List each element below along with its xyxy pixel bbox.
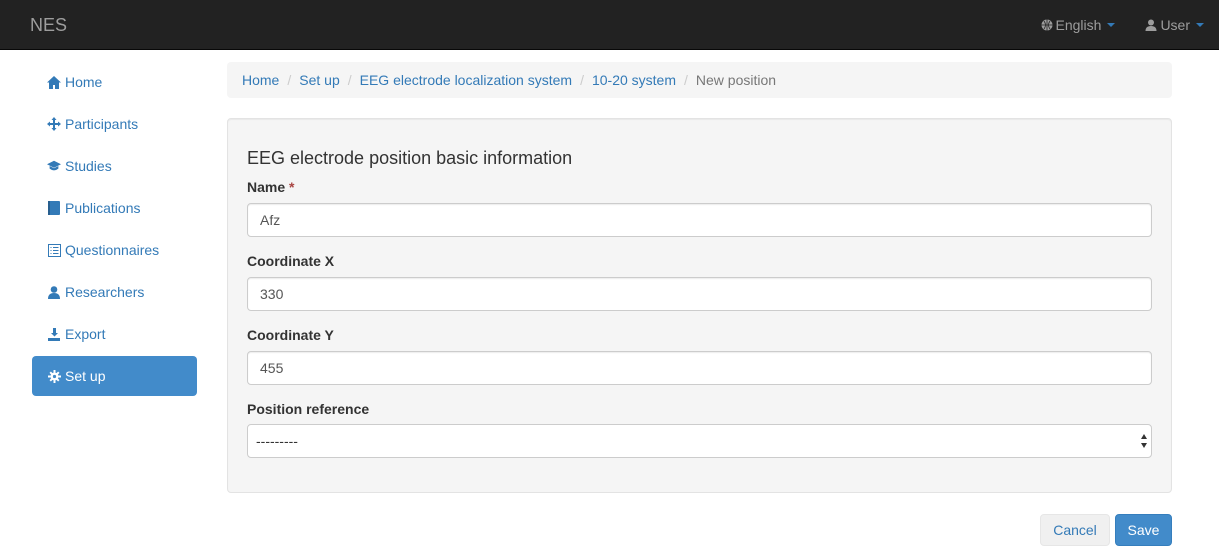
sidebar-item-label: Set up	[65, 368, 106, 384]
cancel-button[interactable]: Cancel	[1040, 514, 1110, 546]
coordinate-y-label: Coordinate Y	[247, 327, 334, 343]
user-dropdown[interactable]: User	[1130, 0, 1219, 50]
user-icon	[47, 285, 61, 299]
breadcrumb-eeg-localization-system[interactable]: EEG electrode localization system	[360, 72, 572, 88]
cog-icon	[47, 369, 61, 383]
sidebar-item-home[interactable]: Home	[32, 62, 197, 102]
brand-logo[interactable]: NES	[30, 15, 67, 35]
sidebar-item-export[interactable]: Export	[32, 314, 197, 354]
position-form-panel: EEG electrode position basic information…	[227, 118, 1172, 493]
breadcrumb-home[interactable]: Home	[242, 72, 279, 88]
sidebar-item-label: Questionnaires	[65, 242, 160, 258]
user-icon	[1145, 19, 1157, 31]
user-label: User	[1160, 17, 1190, 33]
globe-icon	[1041, 19, 1053, 31]
language-dropdown[interactable]: English	[1026, 0, 1131, 50]
position-reference-value: ---------	[256, 433, 298, 449]
name-field[interactable]	[247, 203, 1152, 237]
sidebar-item-questionnaires[interactable]: Questionnaires	[32, 230, 197, 270]
sidebar-item-setup[interactable]: Set up	[32, 356, 197, 396]
required-marker: *	[289, 179, 295, 195]
breadcrumb-10-20-system[interactable]: 10-20 system	[592, 72, 676, 88]
form-title: EEG electrode position basic information	[247, 148, 573, 168]
navbar-right: English User	[1026, 0, 1219, 50]
select-arrows-icon	[1141, 434, 1147, 448]
sidebar-item-label: Export	[65, 326, 106, 342]
education-icon	[47, 159, 61, 173]
coordinate-x-field[interactable]	[247, 277, 1152, 311]
name-label: Name *	[247, 179, 294, 195]
sidebar-nav: Home Participants Studies Publications Q…	[32, 62, 197, 398]
breadcrumb-separator: /	[580, 72, 584, 88]
coordinate-y-field[interactable]	[247, 351, 1152, 385]
export-icon	[47, 327, 61, 341]
breadcrumb: Home / Set up / EEG electrode localizati…	[227, 62, 1172, 98]
move-icon	[47, 117, 61, 131]
save-button[interactable]: Save	[1115, 514, 1172, 546]
breadcrumb-separator: /	[347, 72, 352, 88]
language-label: English	[1055, 17, 1102, 33]
name-label-text: Name	[247, 179, 286, 195]
top-navbar: NES English User	[0, 0, 1219, 50]
sidebar-item-participants[interactable]: Participants	[32, 104, 197, 144]
list-alt-icon	[47, 243, 61, 257]
sidebar-item-label: Home	[65, 74, 103, 90]
chevron-down-icon	[1196, 23, 1204, 27]
breadcrumb-separator: /	[287, 72, 292, 88]
sidebar-item-label: Researchers	[65, 284, 145, 300]
position-reference-select[interactable]: ---------	[247, 424, 1152, 458]
sidebar-item-studies[interactable]: Studies	[32, 146, 197, 186]
sidebar-item-label: Publications	[65, 200, 141, 216]
breadcrumb-setup[interactable]: Set up	[299, 72, 339, 88]
sidebar-item-label: Participants	[65, 116, 139, 132]
sidebar-item-researchers[interactable]: Researchers	[32, 272, 197, 312]
breadcrumb-separator: /	[684, 72, 688, 88]
home-icon	[47, 75, 61, 89]
chevron-down-icon	[1107, 23, 1116, 27]
book-icon	[47, 201, 61, 215]
sidebar-item-label: Studies	[65, 158, 112, 174]
sidebar-item-publications[interactable]: Publications	[32, 188, 197, 228]
position-reference-label: Position reference	[247, 401, 370, 417]
coordinate-x-label: Coordinate X	[247, 253, 335, 269]
breadcrumb-current: New position	[695, 72, 777, 88]
